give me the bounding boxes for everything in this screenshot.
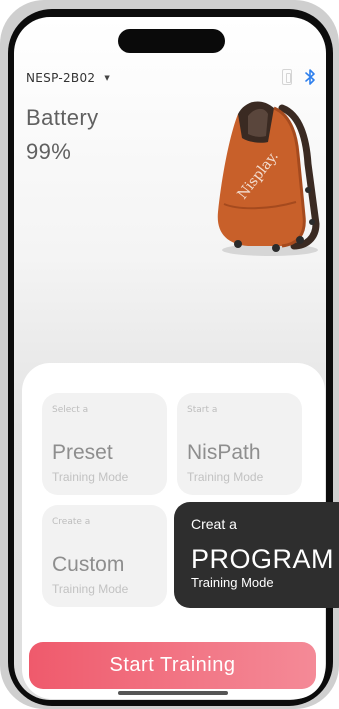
mode-prefix: Start a xyxy=(187,405,218,415)
mode-title: Custom xyxy=(52,553,125,576)
battery-value: 99% xyxy=(26,139,72,164)
mode-subtitle: Training Mode xyxy=(52,470,129,484)
mode-prefix: Create a xyxy=(52,517,91,527)
bluetooth-icon[interactable] xyxy=(304,68,316,86)
mode-title: Preset xyxy=(52,441,113,464)
camera-notch xyxy=(118,29,225,53)
mode-prefix: Creat a xyxy=(191,516,237,532)
battery-label: Battery xyxy=(26,105,99,130)
phone-outline-icon[interactable] xyxy=(282,69,292,85)
mode-card-program[interactable]: Creat a PROGRAM Training Mode xyxy=(174,502,339,608)
mode-subtitle: Training Mode xyxy=(52,582,129,596)
caret-down-icon: ▼ xyxy=(104,74,111,82)
mode-subtitle: Training Mode xyxy=(191,575,274,590)
mode-title: PROGRAM xyxy=(191,544,335,574)
mode-card-nispath[interactable]: Start a NisPath Training Mode xyxy=(177,393,302,495)
mode-prefix: Select a xyxy=(52,405,89,415)
mode-title: NisPath xyxy=(187,441,261,464)
device-selector[interactable]: NESP-2B02 ▼ xyxy=(26,71,110,85)
start-training-button[interactable]: Start Training xyxy=(29,642,316,689)
mode-card-preset[interactable]: Select a Preset Training Mode xyxy=(42,393,167,495)
device-name: NESP-2B02 xyxy=(26,71,96,85)
mode-card-custom[interactable]: Create a Custom Training Mode xyxy=(42,505,167,607)
mode-subtitle: Training Mode xyxy=(187,470,264,484)
home-indicator xyxy=(118,691,228,695)
backpack-image: Nisplay. xyxy=(217,101,320,256)
